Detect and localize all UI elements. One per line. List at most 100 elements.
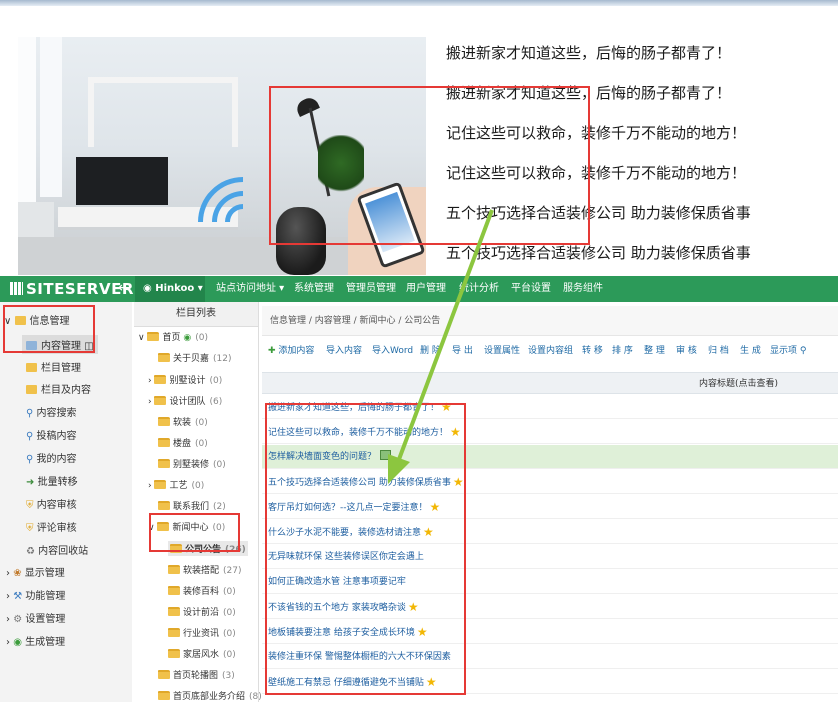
tree-node[interactable]: › 别墅设计 (0)	[148, 373, 222, 386]
folder-icon	[14, 316, 26, 325]
star-icon: ★	[450, 425, 461, 439]
tree-node-home[interactable]: ∨ 首页 ◉ (0)	[138, 330, 208, 343]
tree-node[interactable]: 行业资讯 (0)	[168, 626, 236, 639]
table-row[interactable]: 搬进新家才知道这些，后悔的肠子都青了！ ★	[262, 395, 838, 419]
article-title[interactable]: 搬进新家才知道这些，后悔的肠子都青了！	[446, 42, 731, 63]
sidebar-item-my-content[interactable]: ⚲ 我的内容	[26, 450, 77, 465]
tree-node[interactable]: 设计前沿 (0)	[168, 605, 236, 618]
tidy-button[interactable]: 整 理	[644, 338, 665, 364]
star-icon: ★	[429, 500, 441, 514]
sort-button[interactable]: 排 序	[612, 338, 633, 364]
generate-button[interactable]: 生 成	[740, 338, 761, 364]
table-row[interactable]: 客厅吊灯如何选？--这几点一定要注意！ ★	[262, 495, 838, 519]
recycle-icon: ♻	[26, 546, 35, 557]
site-selector[interactable]: ◉ Hinkoo ▾	[135, 276, 205, 302]
tree-node[interactable]: 家居风水 (0)	[168, 647, 236, 660]
star-icon: ★	[423, 525, 434, 539]
transfer-button[interactable]: 转 移	[582, 338, 603, 364]
search-icon: ⚲	[26, 408, 34, 419]
tree-node[interactable]: 楼盘 (0)	[158, 436, 208, 449]
nav-site-url[interactable]: 站点访问地址 ▾	[216, 276, 284, 302]
tree-node[interactable]: 首页底部业务介绍 (8)	[158, 689, 262, 702]
tree-node-company-notice[interactable]: 公司公告 (26)	[168, 541, 248, 556]
table-row[interactable]: 五个技巧选择合适装修公司 助力装修保质省事 ★	[262, 470, 838, 494]
nav-stats[interactable]: 统计分析	[459, 276, 499, 302]
star-icon: ★	[416, 625, 428, 639]
sidebar-item-comment-review[interactable]: ⛨ 评论审核	[26, 519, 77, 534]
export-button[interactable]: 导 出	[452, 338, 473, 364]
set-attributes-button[interactable]: 设置属性	[484, 338, 520, 364]
nav-system[interactable]: 系统管理	[294, 276, 334, 302]
folder-icon	[170, 544, 182, 553]
channel-tree-header: 栏目列表	[134, 302, 258, 327]
archive-button[interactable]: 归 档	[708, 338, 729, 364]
delete-button[interactable]: 删 除	[420, 338, 441, 364]
set-content-group-button[interactable]: 设置内容组	[528, 338, 573, 364]
table-row[interactable]: 地板铺装要注意 给孩子安全成长环境 ★	[262, 620, 838, 644]
import-word-button[interactable]: 导入Word	[372, 338, 413, 364]
tree-node[interactable]: 装修百科 (0)	[168, 584, 236, 597]
table-row[interactable]: 记住这些可以救命，装修千万不能动的地方！ ★	[262, 420, 838, 444]
sidebar-item-content[interactable]: 内容管理 ◫	[22, 335, 98, 354]
tree-node[interactable]: 软装 (0)	[158, 415, 208, 428]
star-icon: ★	[452, 475, 464, 489]
folder-icon	[168, 586, 180, 595]
article-title[interactable]: 五个技巧选择合适装修公司 助力装修保质省事	[446, 202, 751, 223]
sidebar-item-settings[interactable]: › ⚙ 设置管理	[6, 610, 65, 625]
nav-admins[interactable]: 管理员管理	[346, 276, 396, 302]
display-items-button[interactable]: 显示项 ⚲	[770, 338, 806, 364]
tree-node[interactable]: › 设计团队 (6)	[148, 394, 222, 407]
shield-icon: ⛨	[26, 500, 34, 511]
tree-node[interactable]: 首页轮播图 (3)	[158, 668, 235, 681]
sidebar-item-search[interactable]: ⚲ 内容搜索	[26, 404, 77, 419]
article-title[interactable]: 记住这些可以救命，装修千万不能动的地方！	[446, 122, 746, 143]
sidebar-item-info[interactable]: ∨ 信息管理	[4, 312, 70, 327]
nav-platform[interactable]: 平台设置	[511, 276, 551, 302]
sidebar-item-submissions[interactable]: ⚲ 投稿内容	[26, 427, 77, 442]
gear-icon: ⚙	[13, 614, 23, 625]
siteserver-logo: SITESERVER	[10, 280, 134, 298]
window-top-border	[0, 0, 838, 6]
shield-icon: ⛨	[26, 523, 34, 534]
add-content-button[interactable]: ✚ 添加内容	[268, 338, 314, 364]
import-content-button[interactable]: 导入内容	[326, 338, 362, 364]
sidebar-item-functions[interactable]: › ⚒ 功能管理	[6, 587, 65, 602]
table-row[interactable]: 装修注重环保 警惕整体橱柜的六大不环保因素	[262, 645, 838, 669]
sidebar-item-recycle-bin[interactable]: ♻ 内容回收站	[26, 542, 88, 557]
sidebar-item-display[interactable]: › ❀ 显示管理	[6, 564, 65, 579]
folder-icon	[157, 522, 170, 531]
nav-services[interactable]: 服务组件	[563, 276, 603, 302]
tree-node[interactable]: 软装搭配 (27)	[168, 563, 242, 576]
grid-icon	[10, 282, 23, 295]
sidebar-item-channel-content[interactable]: 栏目及内容	[26, 381, 91, 396]
arrow-left-icon[interactable]: ←	[118, 280, 130, 296]
table-row[interactable]: 什么沙子水泥不能要，装修选材请注意 ★	[262, 520, 838, 544]
review-button[interactable]: 审 核	[676, 338, 697, 364]
table-row[interactable]: 不该省钱的五个地方 家装攻略杂谈 ★	[262, 595, 838, 619]
table-row[interactable]: 如何正确改造水管 注意事项要记牢	[262, 570, 838, 594]
globe-icon: ◉	[183, 333, 192, 343]
tree-node[interactable]: 别墅装修 (0)	[158, 457, 226, 470]
sidebar-item-channels[interactable]: 栏目管理	[26, 359, 81, 374]
content-toolbar: ✚ 添加内容 导入内容 导入Word 删 除 导 出 设置属性 设置内容组 转 …	[262, 338, 838, 364]
folder-icon	[154, 375, 167, 384]
table-row[interactable]: 壁纸施工有禁忌 仔细遵循避免不当铺贴 ★	[262, 670, 838, 694]
tree-node[interactable]: › 工艺 (0)	[148, 478, 204, 491]
sidebar-item-batch-transfer[interactable]: ➜ 批量转移	[26, 473, 78, 488]
tree-node-news[interactable]: ∨ 新闻中心 (0)	[148, 520, 225, 533]
folder-icon	[26, 385, 37, 394]
article-title[interactable]: 搬进新家才知道这些，后悔的肠子都青了！	[446, 82, 731, 103]
sidebar-item-content-review[interactable]: ⛨ 内容审核	[26, 496, 77, 511]
sidebar-item-generate[interactable]: › ◉ 生成管理	[6, 633, 65, 648]
table-row[interactable]: 无异味就环保 这些装修误区你定会遇上	[262, 545, 838, 569]
plus-icon: ✚	[268, 346, 276, 356]
folder-icon	[158, 501, 170, 510]
window-icon: ◫	[84, 341, 94, 352]
article-title[interactable]: 五个技巧选择合适装修公司 助力装修保质省事	[446, 242, 751, 263]
nav-users[interactable]: 用户管理	[406, 276, 446, 302]
article-title[interactable]: 记住这些可以救命，装修千万不能动的地方！	[446, 162, 746, 183]
tree-node[interactable]: 联系我们 (2)	[158, 499, 226, 512]
folder-icon	[168, 607, 180, 616]
table-row[interactable]: 怎样解决墙面变色的问题？	[262, 445, 838, 469]
tree-node[interactable]: 关于贝嘉 (12)	[158, 351, 232, 364]
